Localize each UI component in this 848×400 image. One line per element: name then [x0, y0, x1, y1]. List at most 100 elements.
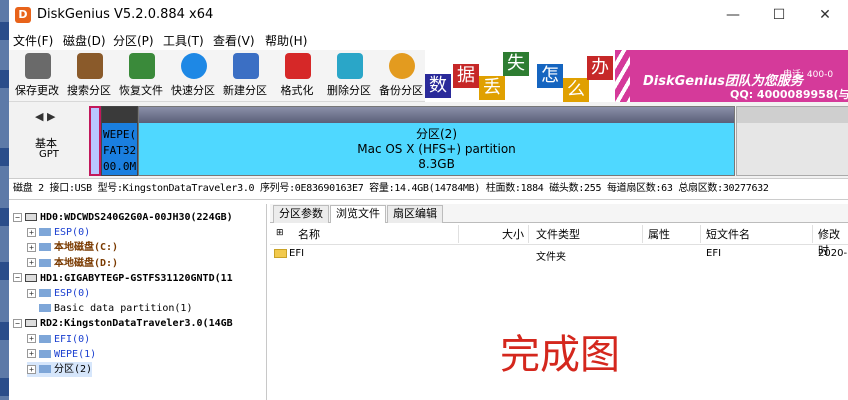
- prev-disk-button[interactable]: ◀: [35, 110, 43, 123]
- expand-icon[interactable]: +: [27, 349, 36, 359]
- menu-partition[interactable]: 分区(P): [113, 32, 154, 49]
- tree-partition-node[interactable]: + ESP(0): [27, 286, 90, 301]
- backup-partition-button[interactable]: 备份分区: [373, 50, 429, 102]
- file-name-cell: EFI: [274, 248, 304, 259]
- expand-icon[interactable]: +: [27, 258, 36, 268]
- magnifier-icon: [77, 53, 103, 79]
- banner-qq: QQ: 4000089958(与: [730, 88, 848, 101]
- column-name[interactable]: 名称: [298, 226, 320, 242]
- tree-partition-node[interactable]: + 分区(2): [27, 362, 93, 377]
- tree-node-label: ESP(0): [54, 288, 91, 299]
- search-partition-button[interactable]: 搜索分区: [61, 50, 117, 102]
- column-short-name[interactable]: 短文件名: [706, 226, 750, 242]
- tree-disk-node[interactable]: − HD0:WDCWDS240G2G0A-00JH30(224GB): [13, 210, 233, 225]
- partition-icon: [39, 243, 51, 252]
- partition-icon: [39, 334, 51, 343]
- column-size[interactable]: 大小: [502, 226, 524, 242]
- banner-char-tile: 丢: [479, 76, 505, 100]
- new-partition-button[interactable]: 新建分区: [217, 50, 273, 102]
- file-row[interactable]: EFI 文件夹 EFI 2020-: [270, 247, 848, 264]
- folder-icon: [274, 248, 287, 258]
- tab-sector-editor[interactable]: 扇区编辑: [387, 205, 443, 223]
- quick-partition-button[interactable]: 快速分区: [165, 50, 221, 102]
- column-type[interactable]: 文件类型: [536, 226, 580, 242]
- expand-icon[interactable]: +: [27, 334, 36, 344]
- banner-phone: 电话: 400-0: [783, 70, 834, 80]
- toolbar-label: 格式化: [280, 84, 314, 97]
- menu-file[interactable]: 文件(F): [13, 32, 53, 49]
- left-window-edge: [0, 0, 9, 400]
- menu-help[interactable]: 帮助(H): [265, 32, 307, 49]
- menu-bar: 文件(F) 磁盘(D) 分区(P) 工具(T) 查看(V) 帮助(H): [9, 30, 848, 50]
- tree-node-label: WEPE(1): [54, 348, 97, 360]
- file-name: EFI: [289, 248, 305, 259]
- expand-icon[interactable]: +: [27, 288, 36, 298]
- partition-free-block[interactable]: [736, 106, 848, 176]
- column-divider: [458, 225, 459, 243]
- disk-tree-panel: − HD0:WDCWDS240G2G0A-00JH30(224GB) + ESP(0)…: [9, 204, 267, 400]
- tab-browse-files[interactable]: 浏览文件: [330, 205, 386, 224]
- tree-partition-node[interactable]: + EFI(0): [27, 332, 90, 347]
- partition-main-text: 分区(2) Mac OS X (HFS+) partition 8.3GB: [139, 127, 734, 172]
- toolbar-label: 备份分区: [379, 84, 423, 97]
- disk-partition-style-label: GPT: [39, 149, 59, 160]
- partition-icon: [39, 304, 51, 313]
- collapse-icon[interactable]: −: [13, 318, 22, 328]
- quick-partition-disc-icon: [181, 53, 207, 79]
- close-button[interactable]: ✕: [802, 0, 848, 30]
- file-short-name-cell: EFI: [706, 248, 722, 259]
- tree-partition-node[interactable]: + ESP(0): [27, 225, 90, 240]
- tree-partition-node[interactable]: + WEPE(1): [27, 347, 96, 362]
- recover-files-button[interactable]: 恢复文件: [113, 50, 169, 102]
- banner-char-tile: 据: [453, 64, 479, 88]
- recover-box-icon: [129, 53, 155, 79]
- partition-header: [102, 107, 137, 123]
- maximize-button[interactable]: ☐: [756, 0, 802, 30]
- window-title: DiskGenius V5.2.0.884 x64: [37, 7, 214, 22]
- ad-banner[interactable]: 数 据 丢 失 怎 么 办 DiskGenius团队为您服务 电话: 400-0…: [425, 50, 848, 102]
- partition-icon: [39, 258, 51, 267]
- column-attr[interactable]: 属性: [648, 226, 670, 242]
- header-expand-icon[interactable]: ⊞: [276, 228, 284, 238]
- partition-main-block[interactable]: 分区(2) Mac OS X (HFS+) partition 8.3GB: [138, 106, 735, 176]
- disk-map: ◀ ▶ 基本 GPT WEPE( FAT32 00.0M 分区(2) Mac O…: [9, 102, 848, 178]
- expand-icon[interactable]: +: [27, 227, 36, 237]
- delete-partition-button[interactable]: 删除分区: [321, 50, 377, 102]
- partition-wepe-block[interactable]: WEPE( FAT32 00.0M: [101, 106, 138, 176]
- disk-icon: [25, 319, 37, 328]
- collapse-icon[interactable]: −: [13, 212, 22, 222]
- tree-disk-node[interactable]: − RD2:KingstonDataTraveler3.0(14GB: [13, 316, 233, 331]
- menu-view[interactable]: 查看(V): [213, 32, 255, 49]
- app-logo-icon: D: [15, 7, 31, 23]
- file-type-cell: 文件夹: [536, 252, 566, 263]
- toolbar-label: 恢复文件: [119, 84, 163, 97]
- toolbar-label: 保存更改: [15, 84, 59, 97]
- tree-node-label: 本地磁盘(D:): [54, 257, 119, 269]
- tab-partition-params[interactable]: 分区参数: [273, 205, 329, 223]
- file-list-header: ⊞ 名称 大小 文件类型 属性 短文件名 修改时: [270, 223, 848, 257]
- expand-icon[interactable]: +: [27, 242, 36, 252]
- banner-char-tile: 办: [587, 56, 613, 80]
- tree-partition-node[interactable]: Basic data partition(1): [27, 301, 192, 316]
- banner-char-tile: 数: [425, 74, 451, 98]
- expand-icon[interactable]: +: [27, 364, 36, 374]
- column-divider: [700, 225, 701, 243]
- save-icon: [25, 53, 51, 79]
- partition-efi-block[interactable]: [89, 106, 101, 176]
- save-changes-button[interactable]: 保存更改: [9, 50, 65, 102]
- tree-disk-node[interactable]: − HD1:GIGABYTEGP-GSTFS31120GNTD(11: [13, 271, 233, 286]
- toolbar-label: 删除分区: [327, 84, 371, 97]
- format-button[interactable]: 格式化: [269, 50, 325, 102]
- disk-nav: ◀ ▶: [35, 110, 55, 123]
- tree-node-label: Basic data partition(1): [54, 303, 193, 315]
- toolbar-label: 新建分区: [223, 84, 267, 97]
- collapse-icon[interactable]: −: [13, 273, 22, 283]
- tree-partition-node[interactable]: + 本地磁盘(D:): [27, 256, 118, 271]
- partition-icon: [39, 349, 51, 358]
- minimize-button[interactable]: —: [710, 0, 756, 30]
- partition-wepe-text: WEPE( FAT32 00.0M: [103, 127, 136, 175]
- menu-disk[interactable]: 磁盘(D): [63, 32, 106, 49]
- next-disk-button[interactable]: ▶: [47, 110, 55, 123]
- tree-partition-node[interactable]: + 本地磁盘(C:): [27, 240, 118, 255]
- menu-tools[interactable]: 工具(T): [163, 32, 204, 49]
